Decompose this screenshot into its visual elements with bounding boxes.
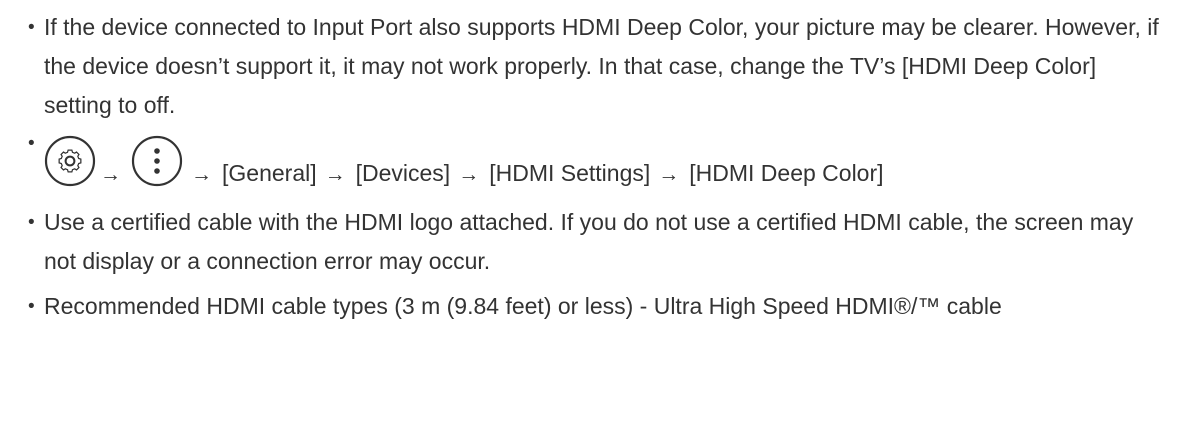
settings-gear-icon — [44, 135, 96, 187]
path-arrow: → — [658, 163, 680, 186]
path-step-general: [General] — [222, 160, 317, 186]
path-step-hdmi-deep-color: [HDMI Deep Color] — [689, 160, 884, 186]
path-arrow: → — [100, 163, 121, 186]
list-item-recommended-cable: Recommended HDMI cable types (3 m (9.84 … — [28, 287, 1161, 326]
more-options-icon — [131, 135, 183, 187]
path-arrow: → — [191, 163, 212, 186]
path-steps: → [General] → [Devices] → [HDMI Settings… — [183, 160, 884, 187]
document-page: If the device connected to Input Port al… — [0, 0, 1181, 432]
settings-path: → → [General] → [Devices] → [HDMI Setti — [44, 135, 1161, 187]
certified-cable-text: Use a certified cable with the HDMI logo… — [44, 209, 1134, 274]
list-item-deep-color-note: If the device connected to Input Port al… — [28, 8, 1161, 125]
recommended-cable-text: Recommended HDMI cable types (3 m (9.84 … — [44, 293, 1002, 319]
bullet-list: If the device connected to Input Port al… — [28, 8, 1161, 326]
deep-color-note-text: If the device connected to Input Port al… — [44, 14, 1159, 118]
path-arrow: → — [324, 163, 346, 186]
path-step-devices: [Devices] — [355, 160, 451, 186]
list-item-settings-path: → → [General] → [Devices] → [HDMI Setti — [28, 129, 1161, 187]
path-step-hdmi-settings: [HDMI Settings] — [489, 160, 651, 186]
path-arrow: → — [458, 163, 480, 186]
list-item-certified-cable: Use a certified cable with the HDMI logo… — [28, 203, 1161, 281]
